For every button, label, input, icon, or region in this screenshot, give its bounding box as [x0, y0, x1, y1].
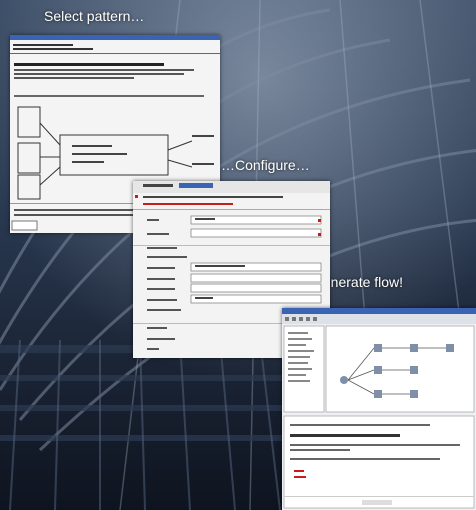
- caption-select-pattern: Select pattern…: [44, 8, 145, 24]
- generate-flow-screenshot: [282, 308, 476, 510]
- caption-configure: …Configure…: [221, 157, 310, 173]
- generate-flow-thumbnail: [282, 308, 476, 510]
